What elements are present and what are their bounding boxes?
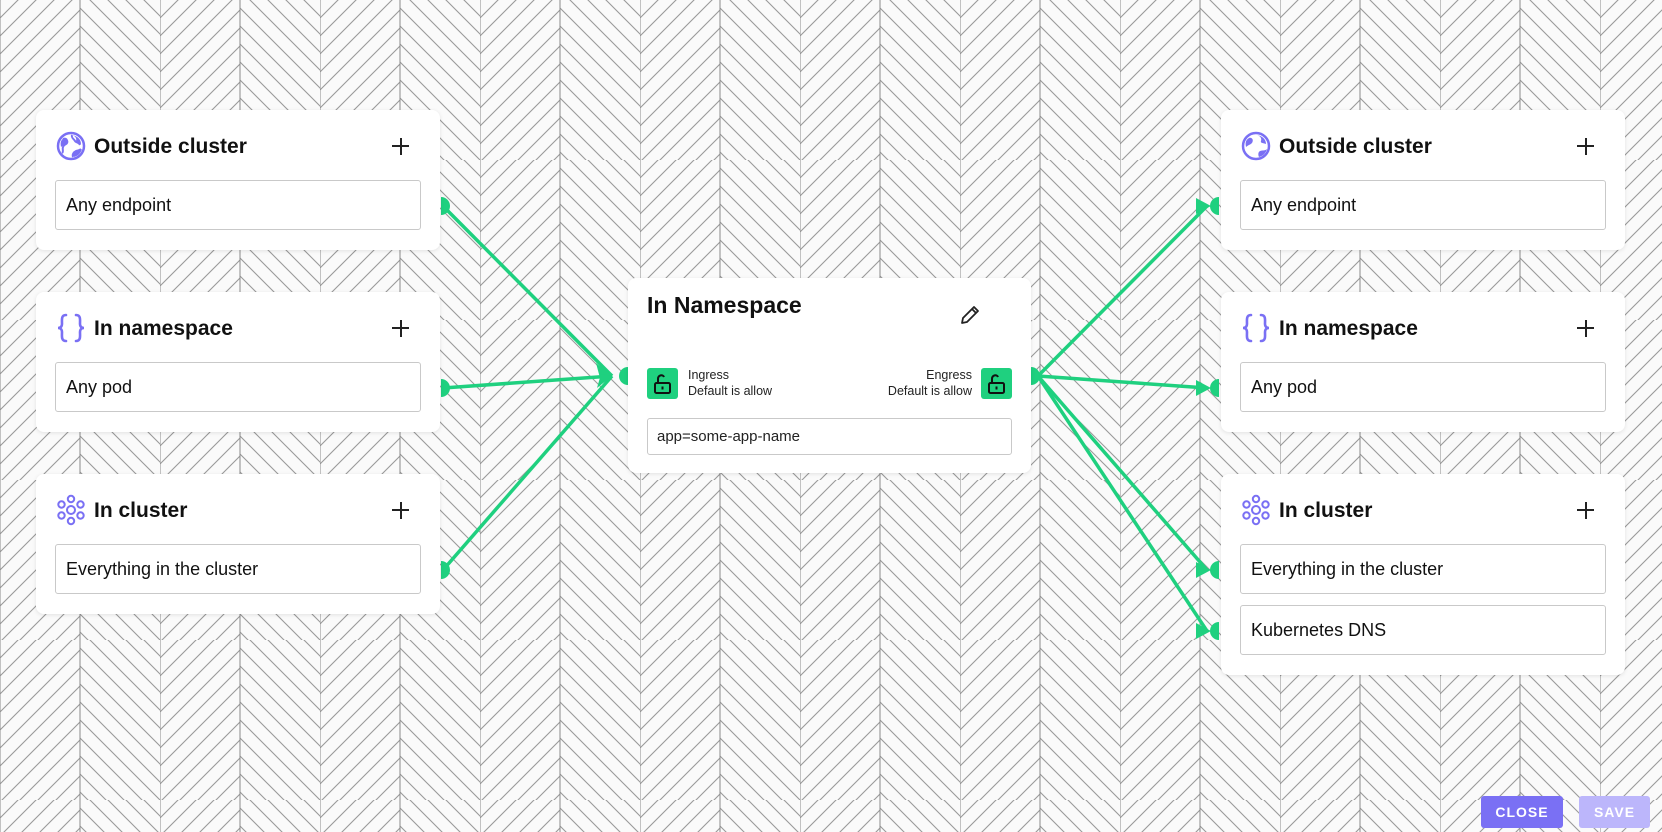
save-button[interactable]: SAVE xyxy=(1579,796,1650,828)
add-button[interactable] xyxy=(1569,494,1601,526)
add-button[interactable] xyxy=(384,130,416,162)
card-header: In namespace xyxy=(1240,310,1611,346)
globe-icon xyxy=(1241,131,1271,161)
ingress-label: Ingress xyxy=(688,368,729,382)
item-field[interactable]: Everything in the cluster xyxy=(1240,544,1606,594)
egress-default-text: Default is allow xyxy=(887,384,972,398)
card-header: In namespace xyxy=(55,310,426,346)
namespace-policy-card: In Namespace Ingress Default is allow En… xyxy=(628,278,1031,473)
item-field[interactable]: Any pod xyxy=(55,362,421,412)
ingress-lock-badge[interactable] xyxy=(647,368,678,399)
ingress-status: Ingress Default is allow xyxy=(688,367,772,399)
add-button[interactable] xyxy=(384,312,416,344)
unlock-icon xyxy=(988,374,1005,394)
card-header: In cluster xyxy=(1240,492,1611,528)
cluster-icon xyxy=(57,494,85,526)
item-field[interactable]: Everything in the cluster xyxy=(55,544,421,594)
card-title: Outside cluster xyxy=(1279,135,1432,158)
egress-status: Engress Default is allow xyxy=(888,367,972,399)
card-title: In cluster xyxy=(1279,499,1373,522)
card-header: Outside cluster xyxy=(1240,128,1611,164)
add-button[interactable] xyxy=(1569,130,1601,162)
item-field[interactable]: Kubernetes DNS xyxy=(1240,605,1606,655)
card-title: In namespace xyxy=(1279,317,1418,340)
card-title: In namespace xyxy=(94,317,233,340)
item-field[interactable]: Any pod xyxy=(1240,362,1606,412)
add-button[interactable] xyxy=(1569,312,1601,344)
egress-in-namespace-card: In namespace Any pod xyxy=(1221,292,1625,432)
unlock-icon xyxy=(654,374,671,394)
card-title: Outside cluster xyxy=(94,135,247,158)
braces-icon xyxy=(57,313,85,343)
item-field[interactable]: Any endpoint xyxy=(55,180,421,230)
card-header: In cluster xyxy=(55,492,426,528)
card-title: In cluster xyxy=(94,499,188,522)
ingress-in-namespace-card: In namespace Any pod xyxy=(36,292,440,432)
ingress-outside-cluster-card: Outside cluster Any endpoint xyxy=(36,110,440,250)
egress-in-cluster-card: In cluster Everything in the cluster Kub… xyxy=(1221,474,1625,675)
egress-outside-cluster-card: Outside cluster Any endpoint xyxy=(1221,110,1625,250)
selector-input[interactable]: app=some-app-name xyxy=(647,418,1012,455)
add-button[interactable] xyxy=(384,494,416,526)
braces-icon xyxy=(1242,313,1270,343)
egress-label: Engress xyxy=(926,368,972,382)
cluster-icon xyxy=(1242,494,1270,526)
page-title: In Namespace xyxy=(647,292,802,318)
globe-icon xyxy=(56,131,86,161)
ingress-in-cluster-card: In cluster Everything in the cluster xyxy=(36,474,440,614)
ingress-default-text: Default is allow xyxy=(688,384,773,398)
close-button[interactable]: CLOSE xyxy=(1481,796,1563,828)
card-header: Outside cluster xyxy=(55,128,426,164)
egress-lock-badge[interactable] xyxy=(981,368,1012,399)
item-field[interactable]: Any endpoint xyxy=(1240,180,1606,230)
edit-icon[interactable] xyxy=(957,302,983,328)
